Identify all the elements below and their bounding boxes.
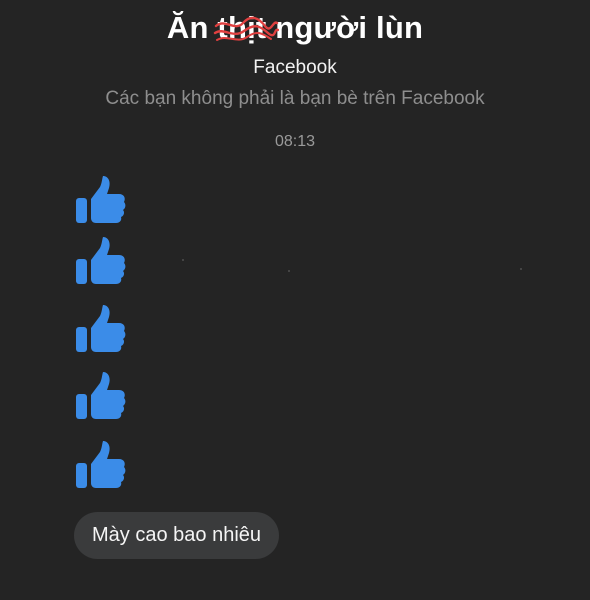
conversation-title[interactable]: Ăn thịt người lùn <box>0 10 590 46</box>
platform-label: Facebook <box>253 57 337 78</box>
screen-speck <box>288 270 290 272</box>
thumbs-up-icon[interactable] <box>74 173 128 227</box>
thumbs-up-icon[interactable] <box>74 234 128 288</box>
screen-speck <box>182 259 184 261</box>
title-prefix: Ăn <box>166 10 218 45</box>
thumbs-up-icon[interactable] <box>74 302 128 356</box>
thumbs-up-icon[interactable] <box>74 438 128 492</box>
not-friends-notice: Các bạn không phải là bạn bè trên Facebo… <box>105 88 485 109</box>
thumbs-up-icon[interactable] <box>74 369 128 423</box>
screen-speck <box>520 268 522 270</box>
message-timestamp: 08:13 <box>274 133 316 150</box>
title-struck-word: thịt <box>214 10 280 46</box>
title-suffix: người lùn <box>266 10 424 45</box>
message-bubble[interactable]: Mày cao bao nhiêu <box>74 512 280 559</box>
